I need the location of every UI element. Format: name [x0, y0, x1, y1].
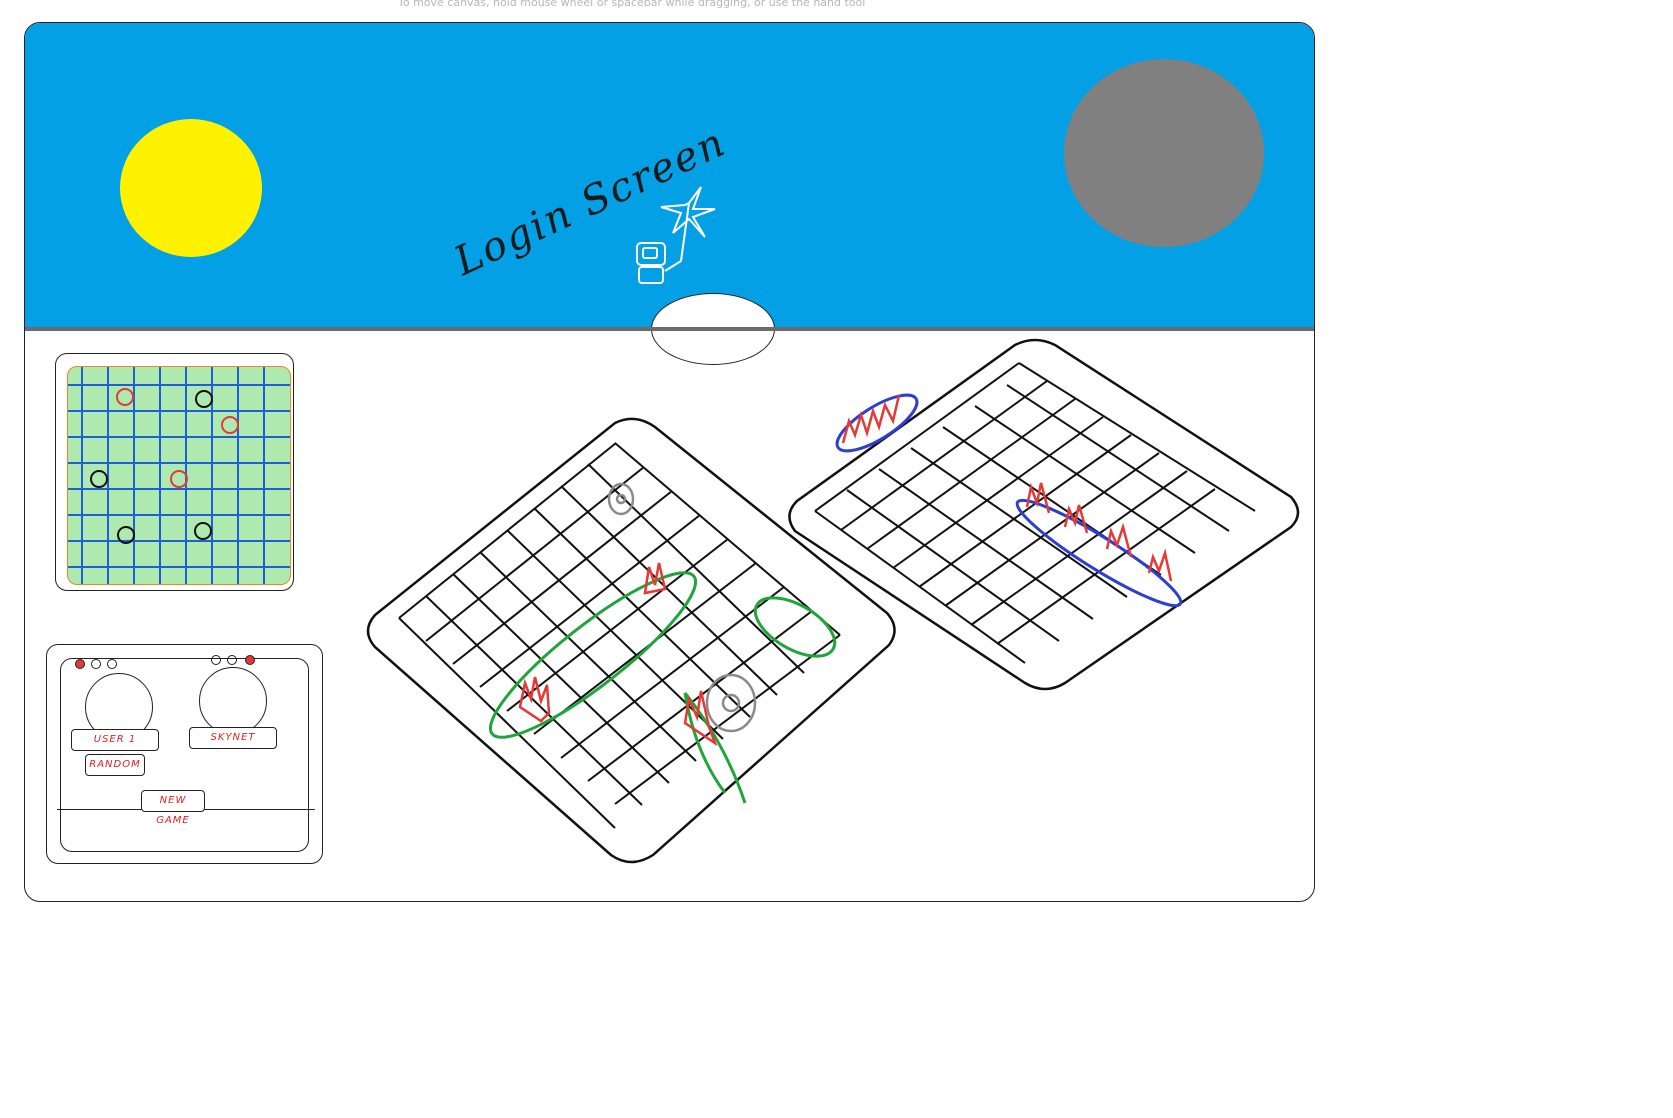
canvas-hint: To move canvas, hold mouse wheel or spac…	[398, 0, 866, 9]
enemy-board[interactable]	[788, 338, 1300, 691]
game-mockup-frame: Login Screen USER 1 SKYNET RANDOM NEW GA…	[24, 22, 1315, 902]
battle-boards	[366, 338, 1300, 864]
enemy-ship[interactable]	[830, 385, 1189, 617]
fire-icon	[841, 394, 1173, 582]
player-board[interactable]	[366, 417, 896, 864]
